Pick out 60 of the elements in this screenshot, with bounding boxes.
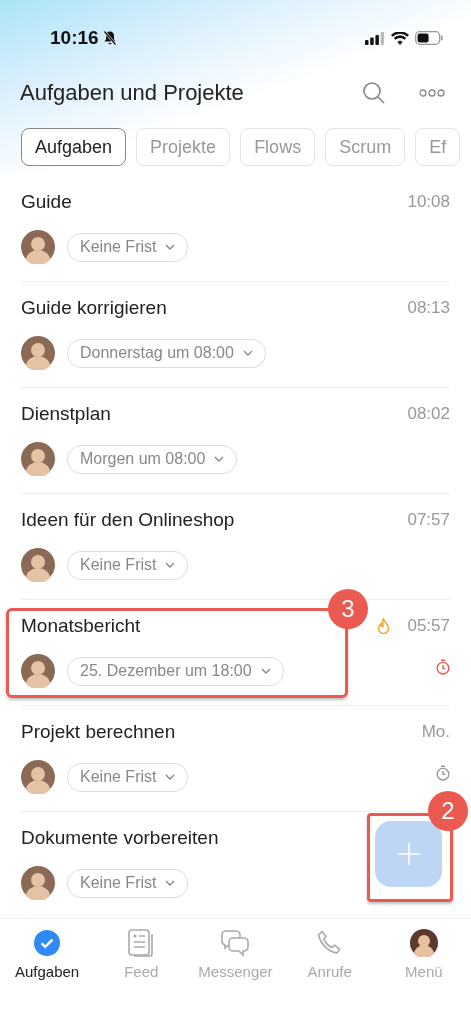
chevron-down-icon: [165, 880, 176, 886]
task-time: 07:57: [407, 510, 450, 530]
avatar-icon: [21, 760, 55, 794]
avatar-icon: [21, 336, 55, 370]
deadline-chip[interactable]: Keine Frist: [67, 868, 189, 898]
wifi-icon: [391, 31, 409, 45]
nav-tab[interactable]: Anrufe: [282, 929, 377, 980]
task-time: Mo.: [421, 722, 450, 742]
search-icon[interactable]: [362, 81, 386, 105]
chevron-down-icon: [214, 456, 225, 462]
nav-tab[interactable]: Aufgaben: [0, 929, 95, 980]
task-title[interactable]: Monatsbericht: [21, 614, 284, 638]
deadline-chip[interactable]: Morgen um 08:00: [67, 444, 238, 474]
checkmark-icon: [34, 929, 61, 957]
task-time: 10:08: [407, 192, 450, 212]
callout-number: 3: [328, 589, 368, 629]
deadline-chip[interactable]: 25. Dezember um 18:00: [67, 656, 284, 686]
deadline-chip[interactable]: Keine Frist: [67, 232, 189, 262]
chevron-down-icon: [260, 668, 271, 674]
more-icon[interactable]: [419, 89, 445, 97]
avatar-icon: [21, 442, 55, 476]
task-title[interactable]: Dokumente vorbereiten: [21, 826, 219, 850]
document-icon: [128, 929, 155, 957]
deadline-chip[interactable]: Keine Frist: [67, 762, 189, 792]
nav-tab[interactable]: Messenger: [188, 929, 283, 980]
signal-icon: [365, 31, 385, 45]
avatar-icon: [21, 548, 55, 582]
task-title[interactable]: Guide korrigieren: [21, 296, 266, 320]
tab[interactable]: Aufgaben: [21, 128, 127, 166]
task-title[interactable]: Projekt berechnen: [21, 720, 189, 744]
chevron-down-icon: [165, 562, 176, 568]
chevron-down-icon: [165, 244, 176, 250]
chevron-down-icon: [165, 774, 176, 780]
task-time: 05:57: [407, 616, 450, 636]
task-time: 08:13: [407, 298, 450, 318]
plus-icon: [397, 843, 420, 865]
chevron-down-icon: [242, 350, 253, 356]
avatar-icon: [409, 929, 438, 957]
page-title: Aufgaben und Projekte: [20, 80, 244, 106]
tab[interactable]: Flows: [240, 128, 316, 166]
avatar-icon: [21, 654, 55, 688]
avatar-icon: [21, 230, 55, 264]
nav-tab[interactable]: Menü: [376, 929, 471, 980]
tab[interactable]: Projekte: [136, 128, 231, 166]
status-time: 10:16: [50, 27, 99, 49]
deadline-chip[interactable]: Keine Frist: [67, 550, 189, 580]
task-title[interactable]: Dienstplan: [21, 402, 238, 426]
task-title[interactable]: Ideen für den Onlineshop: [21, 508, 235, 532]
callout-number: 2: [428, 791, 468, 831]
tab[interactable]: Scrum: [325, 128, 406, 166]
chat-bubbles-icon: [221, 929, 250, 957]
nav-tab[interactable]: Feed: [94, 929, 189, 980]
bell-slash-icon: [102, 30, 117, 46]
task-title[interactable]: Guide: [21, 190, 189, 214]
battery-icon: [415, 31, 443, 45]
deadline-chip[interactable]: Donnerstag um 08:00: [67, 338, 266, 368]
phone-icon: [316, 929, 343, 957]
avatar-icon: [21, 866, 55, 900]
tab[interactable]: Ef: [415, 128, 461, 166]
task-time: 08:02: [407, 404, 450, 424]
